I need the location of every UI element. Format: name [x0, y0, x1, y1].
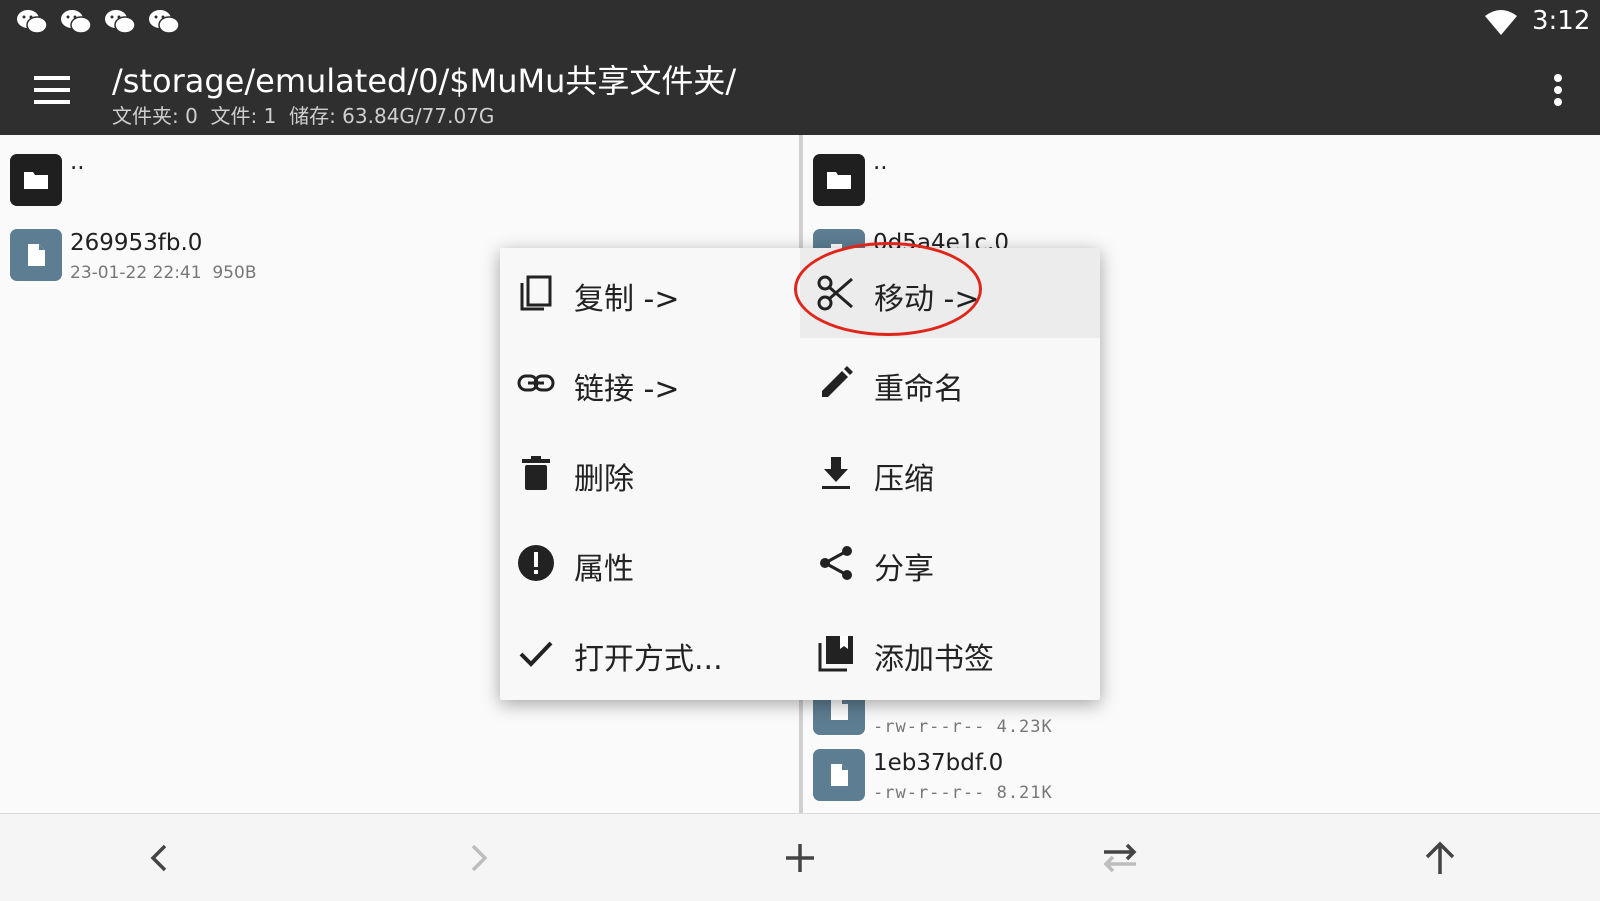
menu-item-add-bookmark[interactable]: 添加书签: [800, 608, 1100, 698]
wechat-icon: [61, 10, 92, 34]
current-path: /storage/emulated/0/$MuMu共享文件夹/: [112, 62, 737, 100]
link-icon: [517, 374, 555, 392]
menu-item-label: 分享: [874, 552, 934, 587]
pencil-icon: [822, 366, 853, 397]
menu-item-compress[interactable]: 压缩: [800, 428, 1100, 518]
file-meta: -rw-r--r-- 4.23K: [873, 717, 1053, 737]
file-name: 1eb37bdf.0: [873, 750, 1004, 776]
status-bar: 3:12: [0, 0, 1600, 44]
file-context-menu: 复制 -> 移动 -> 链接 -> 重命名 删除 压缩 属性 分享 打开方式..…: [500, 242, 1100, 700]
file-name: ..: [873, 149, 888, 175]
wechat-icon: [17, 10, 48, 34]
trash-icon: [522, 456, 550, 490]
wechat-icon: [105, 10, 136, 34]
forward-arrow-icon[interactable]: [455, 834, 503, 882]
wifi-icon: [1485, 10, 1517, 35]
menu-item-share[interactable]: 分享: [800, 518, 1100, 608]
menu-item-rename[interactable]: 重命名: [800, 338, 1100, 428]
swap-icon[interactable]: [1096, 834, 1144, 882]
status-time: 3:12: [1532, 6, 1591, 36]
menu-item-label: 打开方式...: [574, 642, 723, 677]
list-item-parent-folder[interactable]: ..: [803, 143, 1600, 219]
hamburger-menu-icon[interactable]: [24, 68, 80, 112]
folder-icon: [10, 154, 62, 206]
folder-icon: [813, 154, 865, 206]
menu-item-label: 属性: [574, 552, 634, 587]
share-icon: [820, 546, 852, 580]
bottom-toolbar: [0, 813, 1600, 901]
more-vert-icon[interactable]: [1540, 68, 1576, 112]
copy-icon: [520, 275, 552, 311]
list-item-parent-folder[interactable]: ..: [0, 143, 799, 219]
menu-item-label: 删除: [574, 462, 634, 497]
menu-item-copy[interactable]: 复制 ->: [500, 248, 800, 338]
menu-item-label: 重命名: [874, 372, 964, 407]
list-item-file[interactable]: 1eb37bdf.0 -rw-r--r-- 8.21K: [803, 738, 1600, 813]
menu-item-link[interactable]: 链接 ->: [500, 338, 800, 428]
file-meta: 23-01-22 22:41 950B: [70, 263, 257, 283]
menu-item-open-with[interactable]: 打开方式...: [500, 608, 800, 698]
file-meta: -rw-r--r-- 8.21K: [873, 783, 1053, 803]
menu-item-label: 复制 ->: [574, 282, 680, 317]
menu-item-delete[interactable]: 删除: [500, 428, 800, 518]
menu-item-label: 移动 ->: [874, 282, 980, 317]
menu-item-properties[interactable]: 属性: [500, 518, 800, 608]
back-arrow-icon[interactable]: [135, 834, 183, 882]
storage-stats: 文件夹: 0 文件: 1 储存: 63.84G/77.07G: [112, 104, 495, 128]
add-icon[interactable]: [776, 834, 824, 882]
menu-item-move[interactable]: 移动 ->: [794, 242, 1100, 338]
bookmarks-icon: [818, 636, 853, 672]
up-arrow-icon[interactable]: [1416, 834, 1464, 882]
file-icon: [10, 229, 62, 281]
menu-item-label: 添加书签: [874, 642, 994, 677]
scissors-icon: [817, 275, 853, 311]
menu-item-label: 压缩: [874, 462, 934, 497]
file-name: ..: [70, 149, 85, 175]
file-icon: [813, 749, 865, 801]
download-icon: [822, 457, 850, 489]
file-name: 269953fb.0: [70, 230, 203, 256]
menu-item-label: 链接 ->: [574, 372, 680, 407]
check-icon: [519, 641, 553, 667]
info-exclamation-icon: [518, 545, 554, 581]
app-bar: /storage/emulated/0/$MuMu共享文件夹/ 文件夹: 0 文…: [0, 44, 1600, 135]
wechat-icon: [149, 10, 180, 34]
